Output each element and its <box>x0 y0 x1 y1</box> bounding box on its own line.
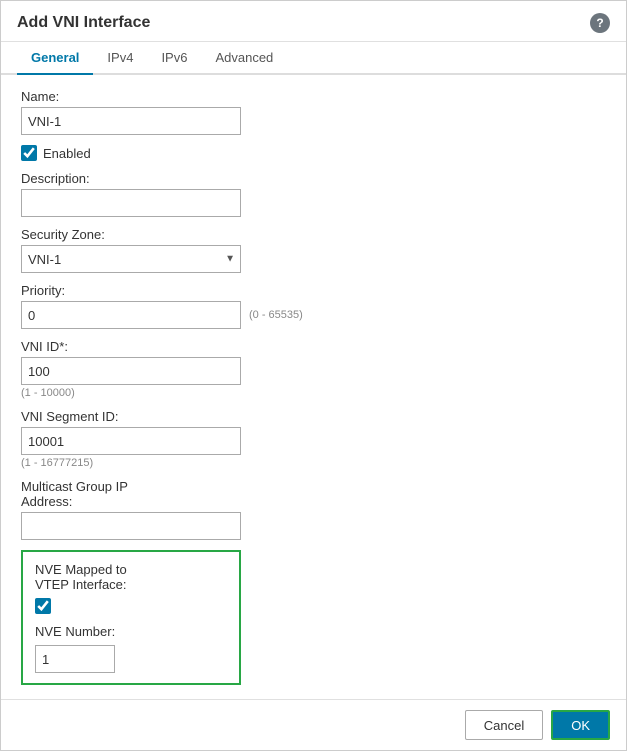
vni-segment-group: VNI Segment ID: (1 - 16777215) <box>21 409 606 469</box>
vni-id-group: VNI ID*: (1 - 10000) <box>21 339 606 399</box>
enabled-row: Enabled <box>21 145 606 161</box>
vni-segment-input[interactable] <box>21 427 241 455</box>
tab-advanced[interactable]: Advanced <box>201 42 287 75</box>
tabs-bar: General IPv4 IPv6 Advanced <box>1 42 626 75</box>
ok-button[interactable]: OK <box>551 710 610 740</box>
nve-checkbox[interactable] <box>35 598 51 614</box>
vni-id-hint: (1 - 10000) <box>21 387 606 399</box>
security-zone-label: Security Zone: <box>21 227 606 242</box>
add-vni-dialog: Add VNI Interface ? General IPv4 IPv6 Ad… <box>0 0 627 751</box>
vni-segment-label: VNI Segment ID: <box>21 409 606 424</box>
dialog-footer: Cancel OK <box>1 699 626 750</box>
multicast-input[interactable] <box>21 512 241 540</box>
enabled-checkbox[interactable] <box>21 145 37 161</box>
multicast-label: Multicast Group IP Address: <box>21 479 606 509</box>
nve-box: NVE Mapped to VTEP Interface: NVE Number… <box>21 550 241 685</box>
cancel-button[interactable]: Cancel <box>465 710 543 740</box>
priority-hint: (0 - 65535) <box>249 309 303 321</box>
dialog-title: Add VNI Interface <box>17 14 150 32</box>
dialog-body: Name: Enabled Description: Security Zone… <box>1 75 626 699</box>
priority-label: Priority: <box>21 283 606 298</box>
priority-row: (0 - 65535) <box>21 301 606 329</box>
nve-number-label: NVE Number: <box>35 624 227 639</box>
tab-ipv6[interactable]: IPv6 <box>147 42 201 75</box>
name-label: Name: <box>21 89 606 104</box>
priority-input[interactable] <box>21 301 241 329</box>
enabled-label: Enabled <box>43 146 91 161</box>
nve-number-input[interactable] <box>35 645 115 673</box>
description-label: Description: <box>21 171 606 186</box>
multicast-group: Multicast Group IP Address: <box>21 479 606 540</box>
security-zone-group: Security Zone: VNI-1 ▼ <box>21 227 606 273</box>
security-zone-select[interactable]: VNI-1 <box>21 245 241 273</box>
tab-general[interactable]: General <box>17 42 93 75</box>
priority-group: Priority: (0 - 65535) <box>21 283 606 329</box>
dialog-header: Add VNI Interface ? <box>1 1 626 42</box>
vni-segment-hint: (1 - 16777215) <box>21 457 606 469</box>
vni-id-input[interactable] <box>21 357 241 385</box>
help-icon[interactable]: ? <box>590 13 610 33</box>
vni-id-label: VNI ID*: <box>21 339 606 354</box>
nve-box-label: NVE Mapped to VTEP Interface: <box>35 562 227 592</box>
description-input[interactable] <box>21 189 241 217</box>
name-input[interactable] <box>21 107 241 135</box>
name-group: Name: <box>21 89 606 135</box>
tab-ipv4[interactable]: IPv4 <box>93 42 147 75</box>
security-zone-select-wrap: VNI-1 ▼ <box>21 245 241 273</box>
nve-checkbox-row <box>35 598 227 614</box>
description-group: Description: <box>21 171 606 217</box>
